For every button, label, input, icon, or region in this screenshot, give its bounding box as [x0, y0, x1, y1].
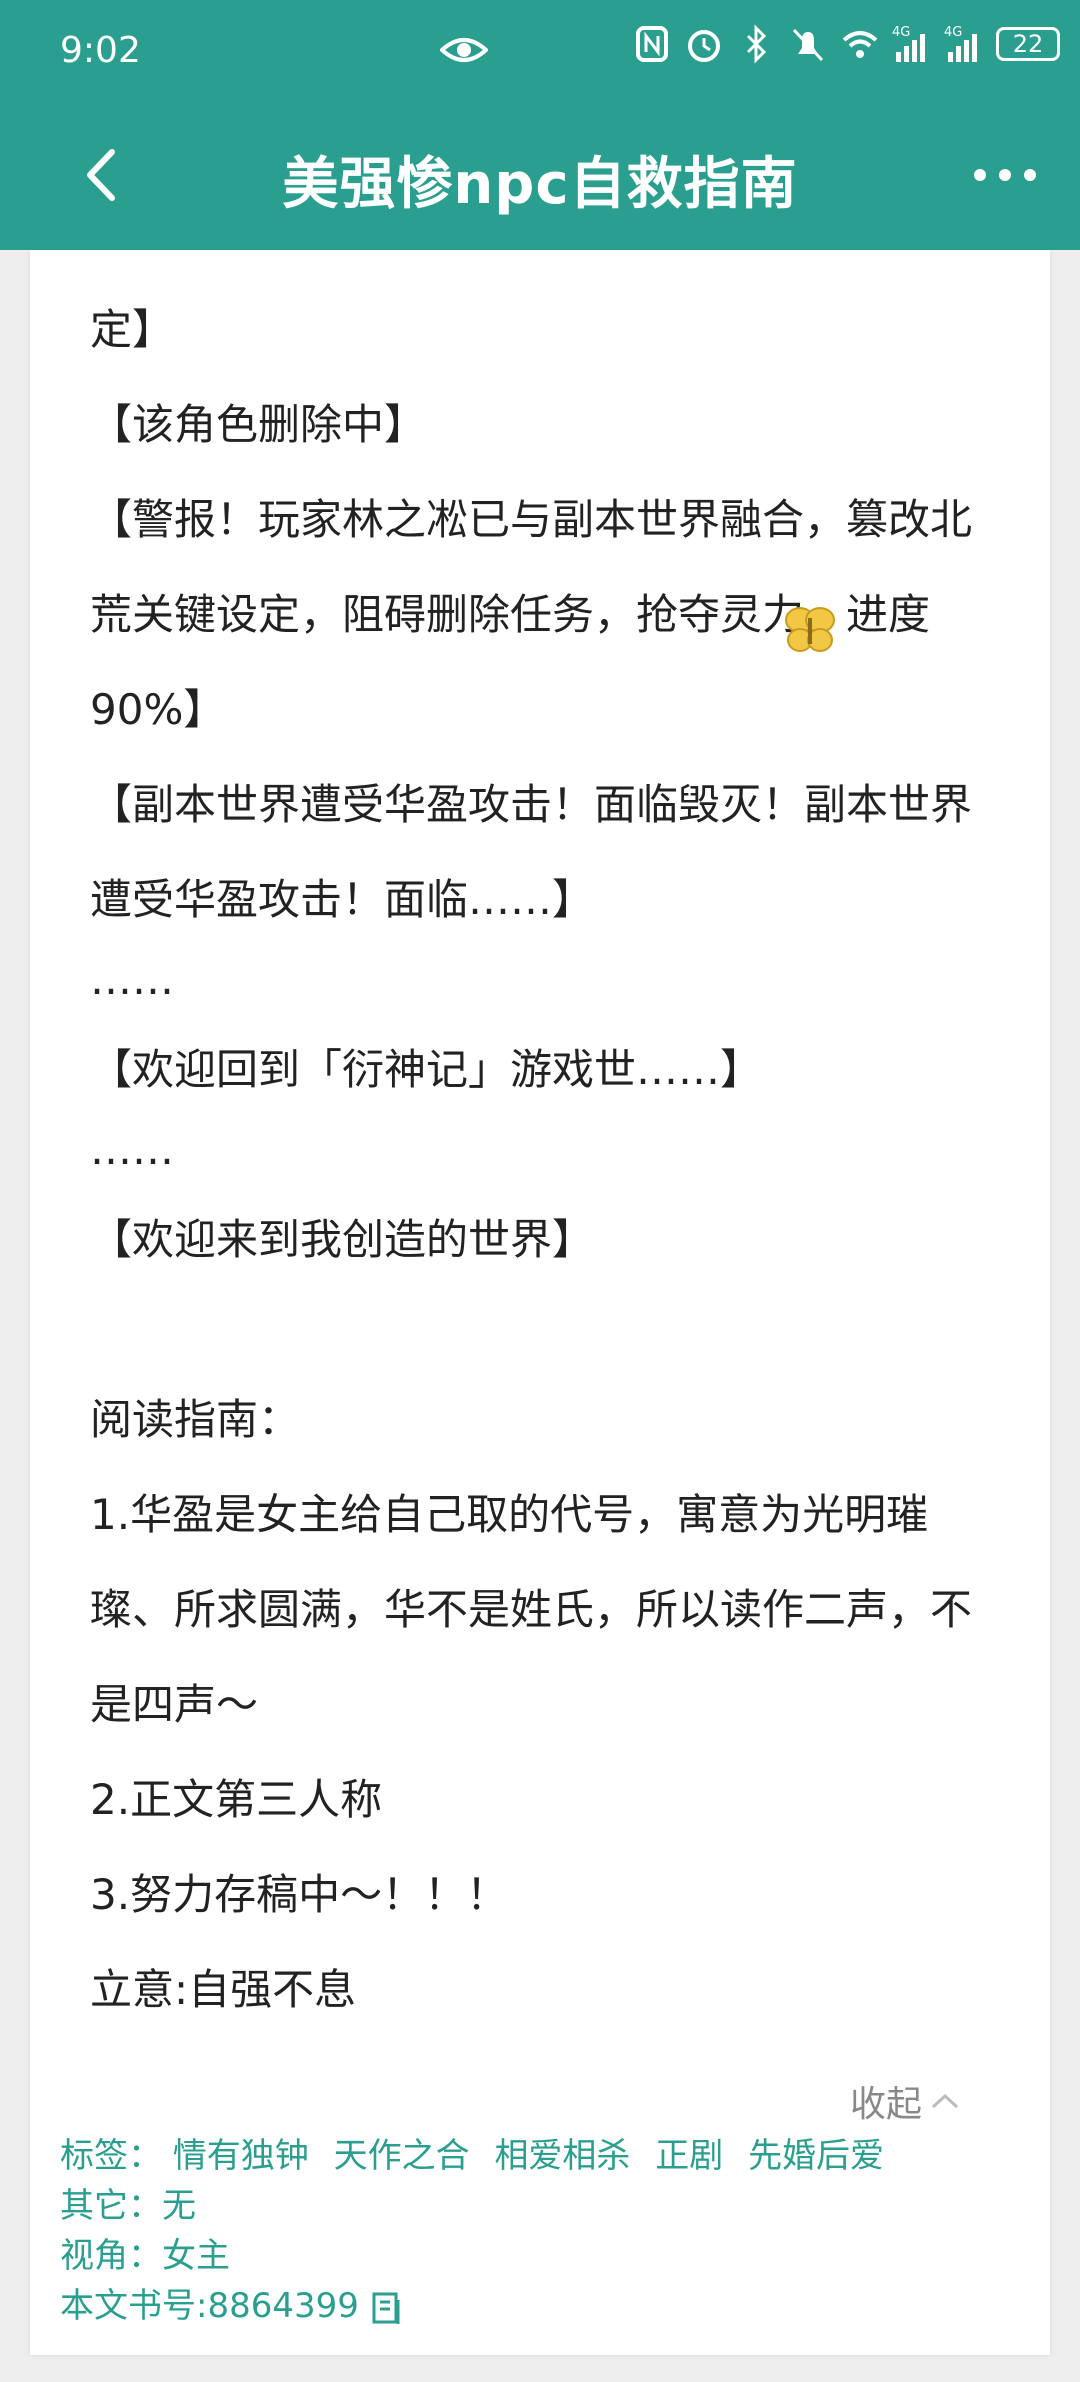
text-line: 1.华盈是女主给自己取的代号，寓意为光明璀	[90, 1490, 929, 1539]
chevron-up-icon	[931, 2093, 959, 2109]
text-line: 【副本世界遭受华盈攻击！面临毁灭！副本世界	[90, 780, 973, 829]
text-line: 90%】	[90, 685, 226, 734]
nfc-icon	[636, 26, 668, 62]
collapse-button[interactable]: 收起	[850, 2075, 960, 2127]
text-line: 【警报！玩家林之凇已与副本世界融合，篡改北	[90, 495, 973, 544]
butterfly-icon	[785, 607, 835, 652]
signal-4g-icon: 4G	[892, 25, 925, 62]
status-icons: 4G 4G 22	[632, 22, 1060, 66]
wifi-icon	[842, 31, 878, 58]
status-bar: 9:02 4G 4G 22	[0, 0, 1080, 105]
text-line: 阅读指南：	[90, 1395, 301, 1444]
tag-item[interactable]: 先婚后爱	[748, 2136, 884, 2176]
perspective-info: 视角：女主	[60, 2236, 230, 2276]
tag-item[interactable]: 正剧	[655, 2136, 723, 2176]
eye-icon	[440, 38, 488, 62]
text-line: 2.正文第三人称	[90, 1775, 383, 1824]
battery-indicator: 22	[996, 27, 1060, 61]
book-id: 本文书号:8864399	[60, 2286, 359, 2326]
text-line: 是四声～	[90, 1680, 259, 1729]
content-card: 定】 【该角色删除中】 【警报！玩家林之凇已与副本世界融合，篡改北 荒关键设定，…	[30, 250, 1050, 2355]
text-line: 【欢迎来到我创造的世界】	[90, 1215, 595, 1264]
signal-4g-icon: 4G	[944, 25, 977, 62]
status-time: 9:02	[60, 30, 141, 71]
other-info: 其它：无	[60, 2186, 196, 2226]
more-options-icon[interactable]	[970, 160, 1040, 190]
text-line: 璨、所求圆满，华不是姓氏，所以读作二声，不	[90, 1585, 973, 1634]
tags-row: 标签： 情有独钟 天作之合 相爱相杀 正剧 先婚后爱	[60, 2128, 898, 2177]
page-title: 美强惨npc自救指南	[282, 152, 798, 217]
text-line: ……	[90, 1125, 174, 1174]
tag-item[interactable]: 相爱相杀	[494, 2136, 630, 2176]
tag-item[interactable]: 天作之合	[334, 2136, 470, 2176]
text-line: 【欢迎回到「衍神记」游戏世……】	[90, 1045, 763, 1094]
text-line: 定】	[90, 305, 175, 354]
text-line: ……	[90, 955, 174, 1004]
svg-text:4G: 4G	[944, 25, 962, 40]
svg-text:4G: 4G	[892, 25, 910, 40]
text-line: 【该角色删除中】	[90, 400, 427, 449]
tag-item[interactable]: 情有独钟	[173, 2136, 309, 2176]
alarm-icon	[688, 30, 720, 62]
tags-label: 标签：	[60, 2136, 162, 2176]
collapse-label: 收起	[849, 2084, 922, 2125]
text-line: 遭受华盈攻击！面临……】	[90, 875, 595, 924]
book-id-row: 本文书号:8864399	[60, 2278, 404, 2327]
mute-icon	[792, 28, 824, 62]
text-line: 立意:自强不息	[90, 1965, 357, 2014]
copy-icon[interactable]	[370, 2290, 404, 2326]
nav-row: 美强惨npc自救指南	[0, 105, 1080, 250]
app-bar: 9:02 4G 4G 22 美强惨npc自救指南	[0, 0, 1080, 250]
text-line: 3.努力存稿中～！！！	[90, 1870, 509, 1919]
bluetooth-icon	[746, 24, 767, 64]
